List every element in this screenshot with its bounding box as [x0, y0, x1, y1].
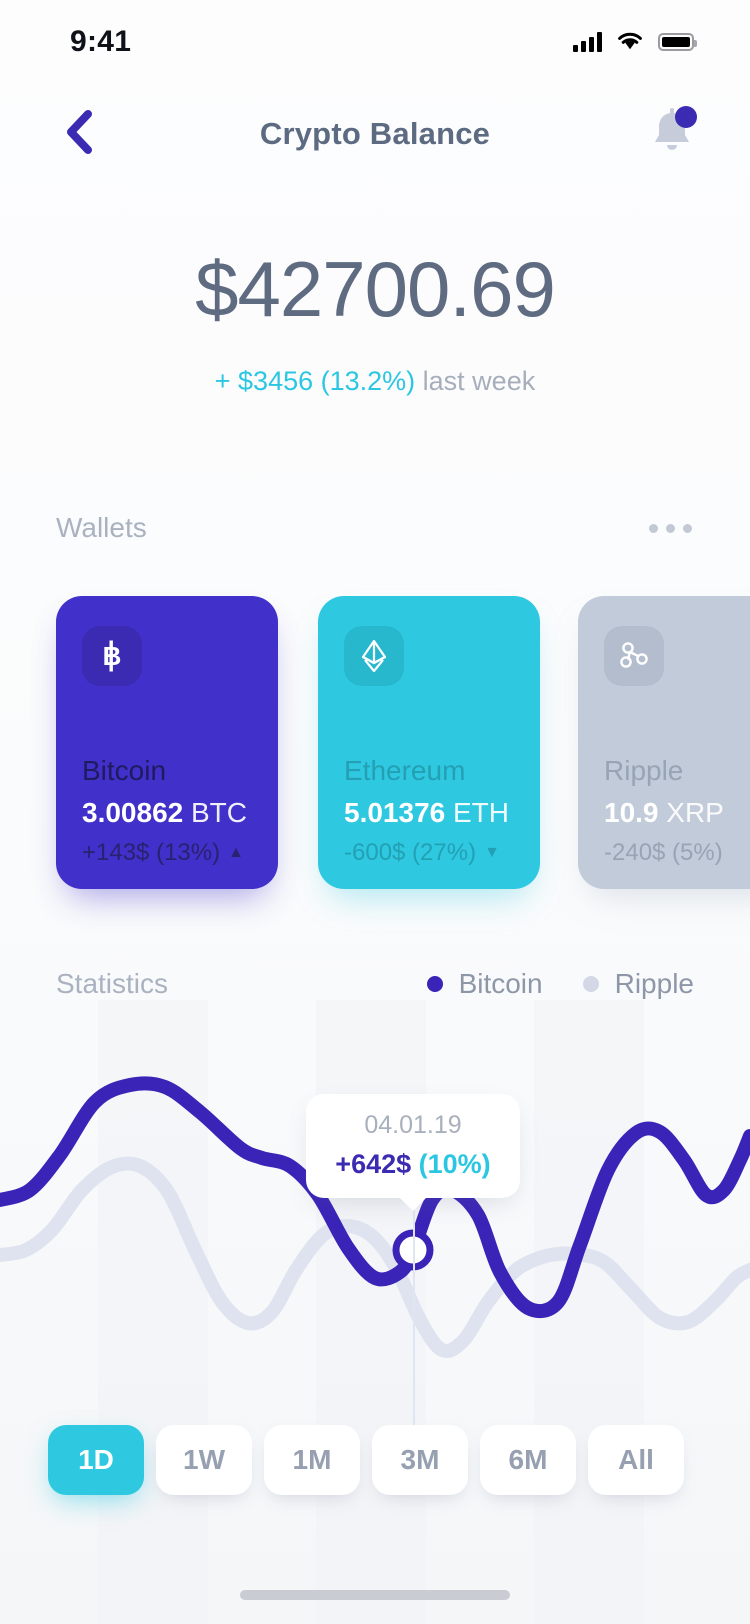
wallet-card-ripple[interactable]: Ripple 10.9 XRP -240$ (5%) — [578, 596, 750, 889]
tooltip-date: 04.01.19 — [364, 1111, 462, 1139]
chart-legend: Bitcoin Ripple — [426, 968, 694, 1000]
wallet-name: Ripple — [604, 755, 684, 787]
wallet-card-list[interactable]: B Bitcoin 3.00862 BTC +143$ (13%) ▲ — [0, 596, 750, 896]
wallet-card-body: Ethereum 5.01376 ETH -600$ (27%) ▼ — [344, 755, 514, 889]
ethereum-icon — [344, 626, 404, 686]
wallet-change-value: +143$ (13%) — [82, 839, 221, 866]
legend-dot-ripple — [582, 976, 599, 992]
wallet-amount-value: 10.9 — [604, 797, 659, 828]
battery-full-icon — [658, 33, 697, 51]
wallet-amount-unit: XRP — [658, 797, 724, 828]
balance-change-row: + $3456 (13.2%) last week — [0, 366, 750, 397]
legend-label: Ripple — [614, 968, 694, 999]
time-range-selector[interactable]: 1D 1W 1M 3M 6M All — [48, 1425, 702, 1495]
ripple-icon — [604, 626, 664, 686]
wallet-change: +143$ (13%) ▲ — [82, 839, 252, 867]
range-button-3m[interactable]: 3M — [372, 1425, 468, 1495]
tooltip-pointer — [399, 1197, 427, 1211]
status-icons — [573, 30, 697, 55]
statistics-title: Statistics — [56, 968, 169, 999]
status-bar: 9:41 — [0, 0, 750, 84]
balance-section: $42700.69 + $3456 (13.2%) last week — [0, 250, 750, 397]
wifi-icon — [616, 30, 644, 55]
total-balance-amount: $42700.69 — [195, 245, 556, 333]
balance-change-period: last week — [415, 366, 536, 396]
wallet-card-ethereum[interactable]: Ethereum 5.01376 ETH -600$ (27%) ▼ — [318, 596, 540, 889]
range-button-6m[interactable]: 6M — [480, 1425, 576, 1495]
range-button-1d[interactable]: 1D — [48, 1425, 144, 1495]
chevron-left-icon — [62, 109, 96, 160]
wallet-change-value: -600$ (27%) — [344, 839, 477, 866]
statistics-section-header: Statistics Bitcoin Ripple — [56, 968, 694, 1000]
notifications-button[interactable] — [636, 98, 708, 170]
bell-icon — [645, 104, 699, 165]
range-button-1m[interactable]: 1M — [264, 1425, 360, 1495]
notification-dot — [675, 105, 697, 128]
wallet-amount: 10.9 XRP — [604, 797, 750, 829]
wallet-name: Ethereum — [344, 755, 466, 787]
tooltip-value: +642$ — [335, 1149, 412, 1179]
wallet-amount-value: 5.01376 — [344, 797, 446, 828]
legend-label: Bitcoin — [458, 968, 543, 999]
wallet-name: Bitcoin — [82, 755, 167, 787]
status-time: 9:41 — [70, 25, 132, 58]
range-button-1w[interactable]: 1W — [156, 1425, 252, 1495]
wallets-title: Wallets — [56, 512, 147, 543]
wallet-change: -600$ (27%) ▼ — [344, 839, 514, 867]
legend-dot-bitcoin — [426, 976, 443, 992]
navigation-bar: Crypto Balance — [0, 92, 750, 176]
tooltip-percent: (10%) — [418, 1149, 491, 1179]
wallet-change-value: -240$ (5%) — [604, 839, 723, 866]
legend-item-ripple[interactable]: Ripple — [582, 968, 694, 1000]
wallet-amount-unit: BTC — [183, 797, 247, 828]
range-button-all[interactable]: All — [588, 1425, 684, 1495]
wallet-card-body: Bitcoin 3.00862 BTC +143$ (13%) ▲ — [82, 755, 252, 889]
app-screen: 9:41 Crypto Balance $42700.69 + $3456 (1… — [0, 0, 750, 1624]
caret-down-icon: ▼ — [484, 844, 500, 861]
wallet-amount-value: 3.00862 — [82, 797, 184, 828]
wallets-section-header: Wallets — [56, 512, 694, 544]
back-button[interactable] — [44, 99, 114, 169]
wallet-card-bitcoin[interactable]: B Bitcoin 3.00862 BTC +143$ (13%) ▲ — [56, 596, 278, 889]
bitcoin-icon: B — [82, 626, 142, 686]
cellular-bars-icon — [573, 32, 602, 52]
wallet-amount: 5.01376 ETH — [344, 797, 514, 829]
wallet-amount-unit: ETH — [445, 797, 509, 828]
chart-guideline — [413, 1210, 415, 1440]
wallet-amount: 3.00862 BTC — [82, 797, 252, 829]
legend-item-bitcoin[interactable]: Bitcoin — [426, 968, 543, 1000]
wallet-change: -240$ (5%) — [604, 839, 750, 867]
home-indicator[interactable] — [240, 1590, 510, 1600]
tooltip-value-row: +642$ (10%) — [306, 1149, 520, 1180]
more-horizontal-icon[interactable] — [647, 516, 694, 541]
chart-tooltip: 04.01.19 +642$ (10%) — [306, 1094, 520, 1211]
caret-up-icon: ▲ — [228, 844, 244, 861]
balance-change-value: + $3456 (13.2%) — [214, 366, 416, 396]
wallet-card-body: Ripple 10.9 XRP -240$ (5%) — [604, 755, 750, 889]
